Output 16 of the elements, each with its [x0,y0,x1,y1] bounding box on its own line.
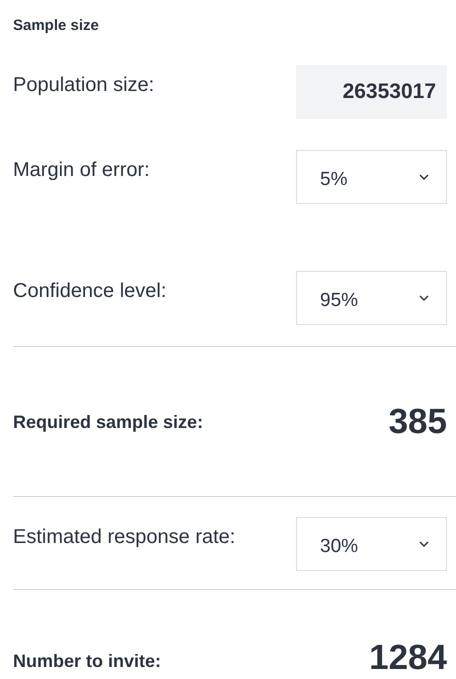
field-label: Required sample size: [13,410,204,432]
section-title: Sample size [13,16,100,36]
result-value: 385 [388,402,447,442]
field-label: Margin of error: [13,158,150,181]
result-value: 1284 [369,638,447,678]
field-label: Population size: [13,73,154,96]
chevron-down-icon [418,294,430,302]
field-label: Estimated response rate: [13,525,236,548]
field-label: Confidence level: [13,279,166,302]
input-field[interactable]: 26353017 [296,65,447,119]
select-field[interactable]: 30% [296,517,447,571]
field-label: Number to invite: [13,650,162,673]
select-field[interactable]: 5% [296,150,447,204]
select-field[interactable]: 95% [296,271,447,325]
chevron-down-icon [418,540,430,548]
chevron-down-icon [418,173,430,181]
